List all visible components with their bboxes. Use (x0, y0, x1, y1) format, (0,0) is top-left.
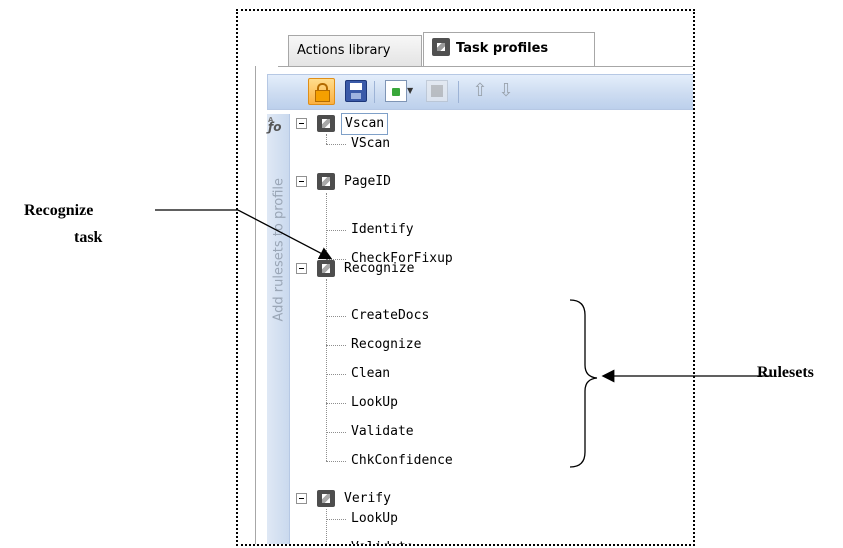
rulesets-brace (569, 299, 598, 468)
recognize-task-arrow (155, 209, 333, 260)
annotation-overlay (155, 209, 770, 468)
